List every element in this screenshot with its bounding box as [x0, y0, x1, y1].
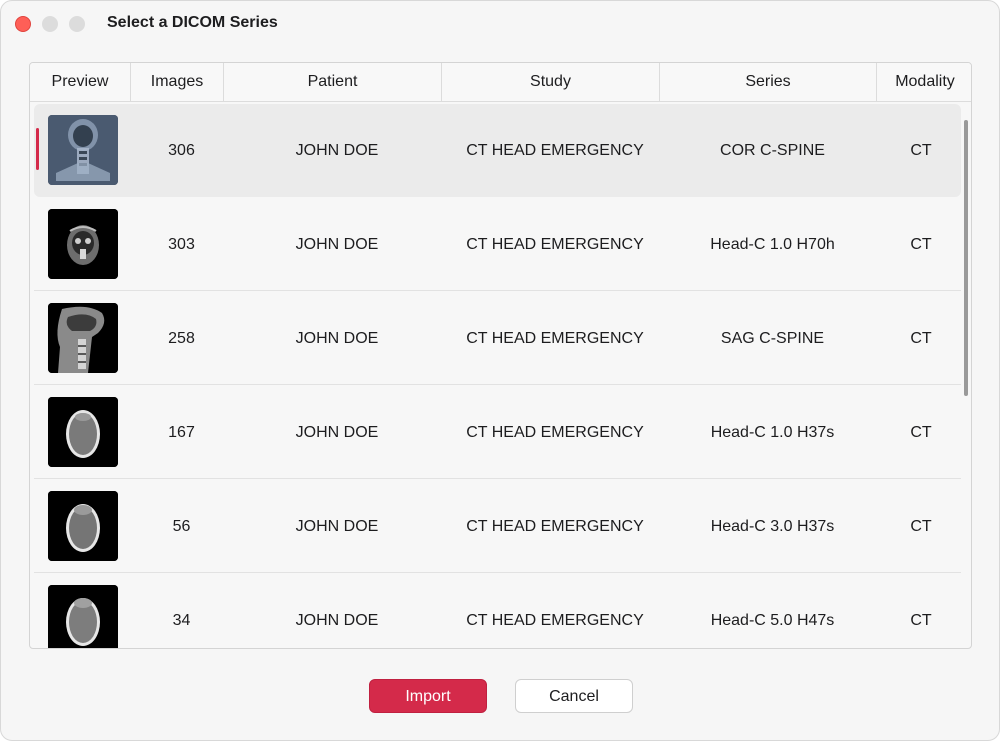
patient-name: JOHN DOE	[295, 424, 379, 441]
table-row[interactable]: 258 JOHN DOE CT HEAD EMERGENCY SAG C-SPI…	[34, 292, 961, 385]
axial-face-thumbnail	[48, 209, 118, 279]
study-description: CT HEAD EMERGENCY	[466, 424, 644, 441]
modality: CT	[910, 424, 932, 441]
modality: CT	[910, 236, 932, 253]
images-count: 167	[168, 424, 195, 441]
close-window-button[interactable]	[15, 16, 31, 32]
table-header: Preview Images Patient Study Series Moda…	[30, 63, 971, 102]
patient-name: JOHN DOE	[295, 142, 379, 159]
study-description: CT HEAD EMERGENCY	[466, 236, 644, 253]
minimize-window-button[interactable]	[42, 16, 58, 32]
zoom-window-button[interactable]	[69, 16, 85, 32]
title-bar: Select a DICOM Series	[1, 1, 999, 49]
table-body: 306 JOHN DOE CT HEAD EMERGENCY COR C-SPI…	[30, 102, 971, 648]
dialog-window: Select a DICOM Series Preview Images Pat…	[0, 0, 1000, 741]
series-description: SAG C-SPINE	[720, 330, 825, 347]
table-row[interactable]: 34 JOHN DOE CT HEAD EMERGENCY Head-C 5.0…	[34, 574, 961, 648]
series-description: Head-C 1.0 H70h	[710, 236, 835, 253]
axial-head-thumbnail	[48, 397, 118, 467]
sagittal-cspine-thumbnail	[48, 303, 118, 373]
table-row[interactable]: 167 JOHN DOE CT HEAD EMERGENCY Head-C 1.…	[34, 386, 961, 479]
series-description: Head-C 1.0 H37s	[710, 424, 835, 441]
modality: CT	[910, 518, 932, 535]
table-row[interactable]: 303 JOHN DOE CT HEAD EMERGENCY Head-C 1.…	[34, 198, 961, 291]
selection-indicator	[36, 128, 39, 170]
window-title: Select a DICOM Series	[107, 14, 278, 31]
images-count: 306	[168, 142, 195, 159]
patient-name: JOHN DOE	[295, 612, 379, 629]
series-table: Preview Images Patient Study Series Moda…	[29, 62, 972, 649]
study-description: CT HEAD EMERGENCY	[466, 330, 644, 347]
column-header-images[interactable]: Images	[131, 63, 224, 101]
axial-head-thumbnail	[48, 491, 118, 561]
vertical-scrollbar[interactable]	[964, 120, 968, 396]
modality: CT	[910, 142, 932, 159]
images-count: 303	[168, 236, 195, 253]
coronal-cspine-thumbnail	[48, 115, 118, 185]
table-row[interactable]: 306 JOHN DOE CT HEAD EMERGENCY COR C-SPI…	[34, 104, 961, 197]
column-header-modality[interactable]: Modality	[877, 63, 971, 101]
modality: CT	[910, 330, 932, 347]
series-description: COR C-SPINE	[720, 142, 825, 159]
column-header-patient[interactable]: Patient	[224, 63, 442, 101]
patient-name: JOHN DOE	[295, 236, 379, 253]
study-description: CT HEAD EMERGENCY	[466, 612, 644, 629]
study-description: CT HEAD EMERGENCY	[466, 518, 644, 535]
cancel-button[interactable]: Cancel	[515, 679, 633, 713]
images-count: 56	[172, 518, 191, 535]
series-description: Head-C 5.0 H47s	[710, 612, 835, 629]
patient-name: JOHN DOE	[295, 518, 379, 535]
column-header-study[interactable]: Study	[442, 63, 660, 101]
axial-head-thumbnail	[48, 585, 118, 648]
series-description: Head-C 3.0 H37s	[710, 518, 835, 535]
patient-name: JOHN DOE	[295, 330, 379, 347]
study-description: CT HEAD EMERGENCY	[466, 142, 644, 159]
table-row[interactable]: 56 JOHN DOE CT HEAD EMERGENCY Head-C 3.0…	[34, 480, 961, 573]
modality: CT	[910, 612, 932, 629]
column-header-preview[interactable]: Preview	[30, 63, 131, 101]
images-count: 258	[168, 330, 195, 347]
import-button[interactable]: Import	[369, 679, 487, 713]
column-header-series[interactable]: Series	[660, 63, 877, 101]
images-count: 34	[172, 612, 191, 629]
